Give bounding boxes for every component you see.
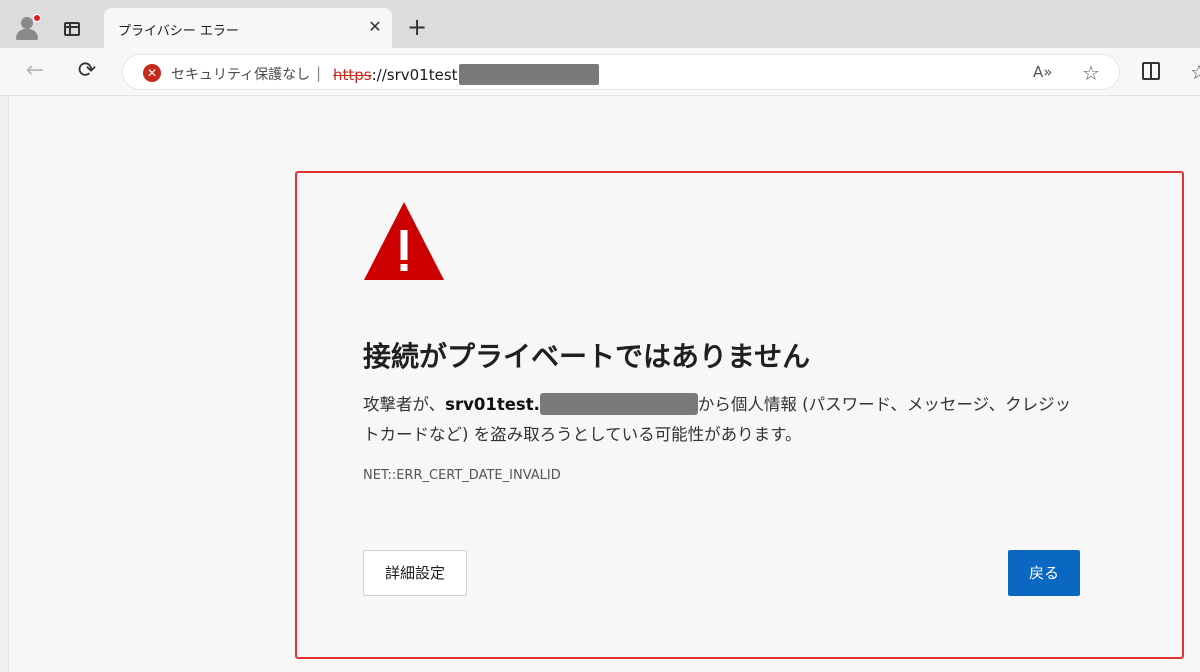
reload-icon[interactable]: ⟳ (74, 58, 100, 84)
favorites-icon[interactable]: ☆ (1190, 60, 1200, 84)
avatar-body (16, 29, 38, 40)
url-host: ://srv01test (371, 66, 458, 84)
tab-title: プライバシー エラー (118, 24, 239, 39)
star-icon[interactable]: ☆ (1079, 61, 1103, 85)
advanced-button[interactable]: 詳細設定 (363, 550, 467, 596)
back-button[interactable]: 戻る (1008, 550, 1080, 596)
tab-strip: プライバシー エラー ✕ + (0, 0, 1200, 48)
url-scheme: https (333, 66, 372, 84)
warning-icon (364, 202, 444, 280)
close-icon[interactable]: ✕ (366, 18, 384, 36)
security-status[interactable]: セキュリティ保護なし (171, 64, 310, 84)
x-circle-icon[interactable]: ✕ (143, 64, 161, 82)
new-tab-icon[interactable]: + (406, 15, 428, 39)
page-title: 接続がプライベートではありません (363, 340, 811, 373)
read-aloud-icon[interactable]: A» (1033, 63, 1057, 83)
error-message: 攻撃者が、srv01test. から個人情報 (パスワード、メッセージ、クレジット… (363, 390, 1083, 450)
redacted-block (539, 393, 698, 415)
url-text[interactable]: https://srv01test (333, 64, 599, 85)
host-name: srv01test. (445, 395, 540, 414)
redacted-block (458, 64, 599, 85)
back-arrow-icon[interactable]: ← (22, 58, 48, 84)
address-bar[interactable]: ✕ セキュリティ保護なし | https://srv01test A» ☆ (122, 54, 1120, 90)
profile-avatar[interactable] (14, 14, 41, 40)
split-screen-icon[interactable] (1142, 62, 1160, 80)
notification-dot (33, 14, 41, 22)
avatar-head (21, 17, 33, 29)
error-content: 接続がプライベートではありません 攻撃者が、srv01test. から個人情報 (… (295, 171, 1184, 659)
tab-privacy-error[interactable]: プライバシー エラー ✕ (104, 8, 392, 48)
tab-actions-icon[interactable] (64, 22, 80, 36)
message-prefix: 攻撃者が、 (363, 395, 446, 414)
error-code[interactable]: NET::ERR_CERT_DATE_INVALID (363, 468, 561, 483)
separator: | (316, 64, 322, 82)
navigation-toolbar: ← ⟳ ✕ セキュリティ保護なし | https://srv01test A» … (0, 48, 1200, 96)
left-edge (0, 96, 9, 672)
